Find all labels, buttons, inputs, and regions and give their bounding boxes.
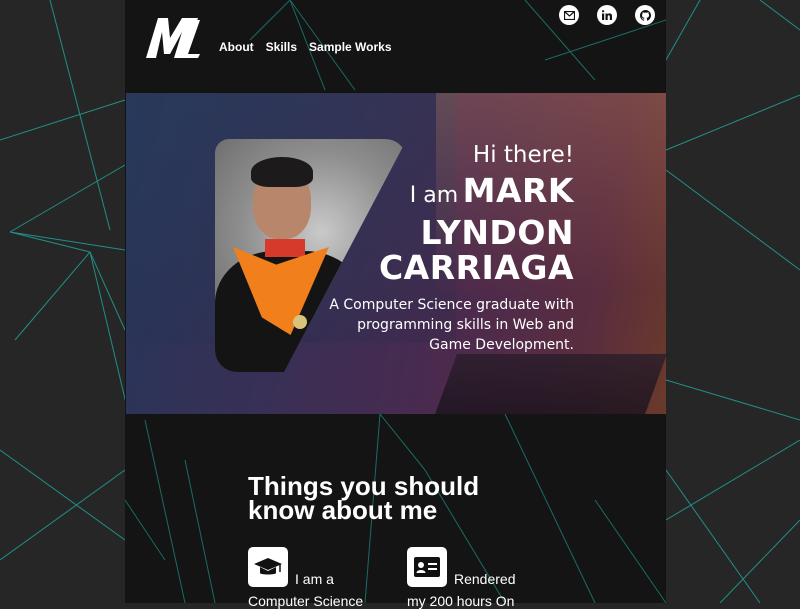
hero-background-laptop [435, 354, 666, 414]
page-container: About Skills Sample Works Hi there! I am… [125, 0, 666, 609]
about-card-text: my 200 hours On [407, 593, 515, 609]
about-card-education: I am a Computer Science [248, 547, 363, 609]
nav-link-about[interactable]: About [219, 40, 254, 54]
about-card-text: I am a [295, 571, 334, 587]
nav-link-skills[interactable]: Skills [266, 40, 297, 54]
hero-last-name: CARRIAGA [378, 248, 574, 287]
hero-first-name: MARK [462, 171, 574, 210]
hero-greeting: Hi there! [472, 142, 574, 168]
about-title-line: know about me [248, 495, 438, 525]
about-card-text: Computer Science [248, 593, 364, 609]
hero-iam: I am [409, 183, 459, 208]
graduation-cap-icon [248, 547, 288, 587]
nav-link-sample-works[interactable]: Sample Works [309, 40, 391, 54]
hero-tagline: A Computer Science graduate with program… [329, 295, 574, 355]
nav-menu: About Skills Sample Works [219, 40, 392, 54]
tagline-line: programming skills in Web and [357, 317, 574, 333]
mail-icon[interactable] [559, 5, 579, 25]
about-card-text: Rendered [454, 571, 516, 587]
about-card-ojt: Rendered my 200 hours On [407, 547, 516, 609]
ml-logo[interactable] [140, 10, 202, 62]
hero-middle-name: LYNDON [420, 213, 574, 252]
tagline-line: Game Development. [429, 337, 574, 353]
hero-text: Hi there! I am MARK LYNDON CARRIAGA A Co… [329, 142, 574, 355]
social-links [559, 5, 655, 25]
about-section-title: Things you should know about me [248, 473, 479, 525]
hero-banner: Hi there! I am MARK LYNDON CARRIAGA A Co… [126, 93, 666, 414]
id-card-icon [407, 547, 447, 587]
github-icon[interactable] [635, 5, 655, 25]
linkedin-icon[interactable] [597, 5, 617, 25]
tagline-line: A Computer Science graduate with [329, 297, 574, 313]
navbar: About Skills Sample Works [125, 0, 666, 92]
hero-name-line1: I am MARK [329, 174, 574, 215]
